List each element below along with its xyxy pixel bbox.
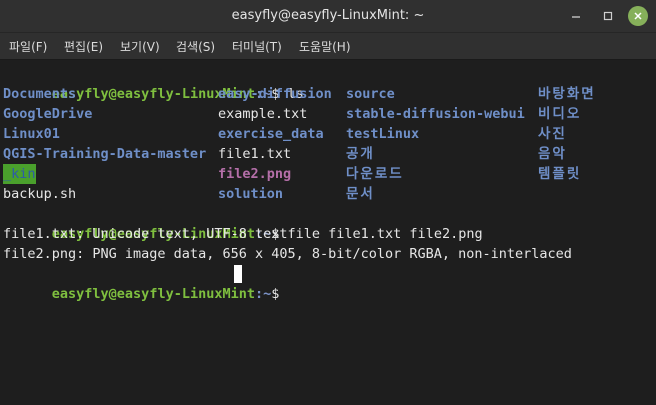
ls-entry-dir: testLinux	[346, 126, 420, 142]
prompt-user: easyfly@easyfly-LinuxMint	[51, 286, 255, 302]
menu-terminal[interactable]: 터미널(T)	[232, 38, 282, 55]
ls-entry-dir: Documents	[3, 86, 77, 102]
prompt-line: easyfly@easyfly-LinuxMint:~$ ls	[3, 64, 304, 102]
terminal-window: easyfly@easyfly-LinuxMint: ~ 파일(F) 편집(E)…	[0, 0, 656, 405]
close-button[interactable]	[628, 6, 648, 26]
prompt-path: :~	[254, 286, 272, 302]
ls-entry-dir: 사진	[538, 126, 567, 142]
ls-entry-dir: 다운로드	[346, 166, 404, 182]
ls-entry-dir: solution	[218, 186, 284, 202]
output-line: file2.png: PNG image data, 656 x 405, 8-…	[3, 246, 572, 262]
prompt-line: easyfly@easyfly-LinuxMint:~$ file file1.…	[3, 204, 483, 242]
ls-entry-dir: 템플릿	[538, 166, 582, 182]
ls-entry-dir: 공개	[346, 146, 375, 162]
ls-entry-dir: easy-diffusion	[218, 86, 332, 102]
ls-entry-dir: 문서	[346, 186, 375, 202]
menu-view[interactable]: 보기(V)	[120, 38, 160, 55]
ls-entry-dir: 바탕화면	[538, 86, 596, 102]
close-icon	[634, 12, 642, 20]
ls-entry-file: file1.txt	[218, 146, 292, 162]
window-title: easyfly@easyfly-LinuxMint: ~	[231, 8, 425, 23]
prompt-symbol: $	[271, 286, 288, 302]
maximize-button[interactable]	[598, 6, 618, 26]
ls-entry-file: example.txt	[218, 106, 308, 122]
ls-entry-dir: stable-diffusion-webui	[346, 106, 525, 122]
scrollbar[interactable]	[642, 60, 656, 405]
ls-entry-dir: GoogleDrive	[3, 106, 93, 122]
ls-entry-dir: 음악	[538, 146, 567, 162]
ls-entry-dir: QGIS-Training-Data-master	[3, 146, 207, 162]
ls-entry-image: file2.png	[218, 166, 292, 182]
menu-help[interactable]: 도움말(H)	[299, 38, 351, 55]
menu-file[interactable]: 파일(F)	[9, 38, 47, 55]
title-bar[interactable]: easyfly@easyfly-LinuxMint: ~	[0, 0, 656, 33]
output-line: file1.txt: Unicode text, UTF-8 text	[3, 226, 288, 242]
prompt-line: easyfly@easyfly-LinuxMint:~$	[3, 264, 288, 302]
ls-entry-dir: exercise_data	[218, 126, 324, 142]
ls-entry-dir-highlighted: _kin	[3, 164, 36, 184]
ls-entry-dir: 비디오	[538, 106, 582, 122]
menu-bar: 파일(F) 편집(E) 보기(V) 검색(S) 터미널(T) 도움말(H)	[0, 33, 656, 60]
terminal-output[interactable]: easyfly@easyfly-LinuxMint:~$ ls Document…	[0, 60, 642, 405]
menu-edit[interactable]: 편집(E)	[64, 38, 103, 55]
text-cursor	[234, 265, 242, 283]
ls-entry-dir: source	[346, 86, 395, 102]
ls-entry-file: backup.sh	[3, 186, 77, 202]
menu-search[interactable]: 검색(S)	[176, 38, 215, 55]
maximize-icon	[603, 11, 613, 21]
minimize-icon	[572, 16, 580, 18]
command-text: file file1.txt file2.png	[287, 226, 483, 242]
minimize-button[interactable]	[566, 6, 586, 26]
ls-entry-dir: Linux01	[3, 126, 60, 142]
